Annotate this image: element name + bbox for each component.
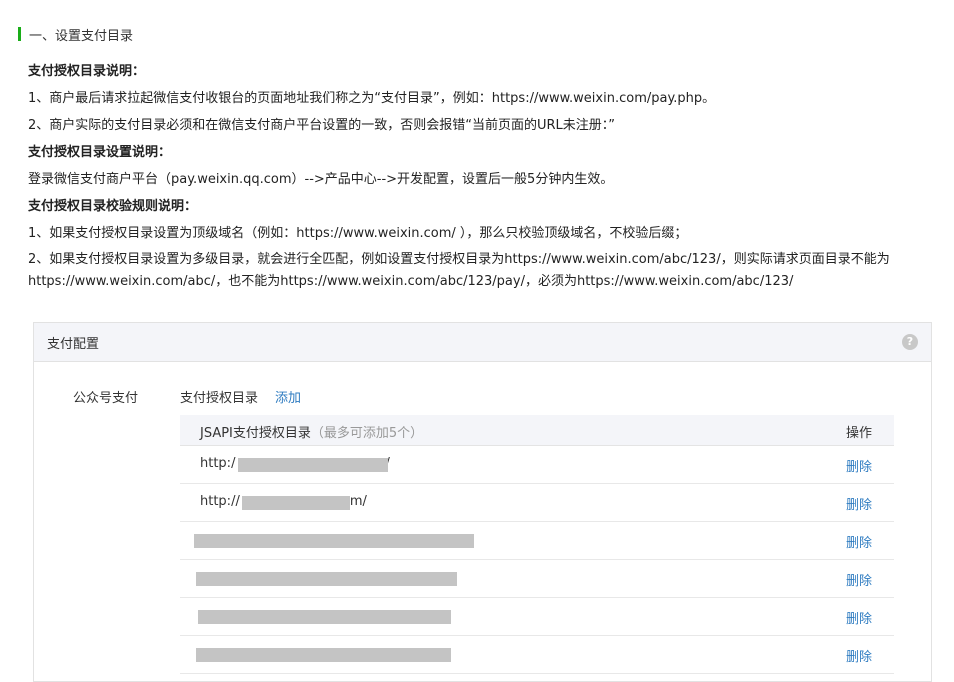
section-accent-bar [18, 27, 21, 41]
table-header: JSAPI支付授权目录（最多可添加5个） 操作 [180, 415, 894, 446]
doc-paragraph-4: 1、如果支付授权目录设置为顶级域名（例如：https://www.weixin.… [28, 226, 688, 241]
redaction-mask [196, 648, 451, 662]
table-row: 删除 [180, 636, 894, 674]
table-row: 删除 [180, 598, 894, 636]
table-row: 删除 [180, 522, 894, 560]
delete-link[interactable]: 删除 [846, 532, 872, 551]
table-header-directory: JSAPI支付授权目录（最多可添加5个） [200, 426, 424, 441]
auth-dir-table: JSAPI支付授权目录（最多可添加5个） 操作 http:// 删除 http:… [180, 415, 894, 674]
doc-heading-3: 支付授权目录校验规则说明： [28, 199, 198, 214]
doc-paragraph-1: 1、商户最后请求拉起微信支付收银台的页面地址我们称之为“支付目录”，例如：htt… [28, 91, 716, 106]
doc-heading-1: 支付授权目录说明： [28, 64, 146, 79]
redaction-mask [194, 534, 474, 548]
table-row: http://m/ 删除 [180, 484, 894, 522]
delete-link[interactable]: 删除 [846, 646, 872, 665]
redaction-mask [238, 458, 388, 472]
redaction-mask [242, 496, 350, 510]
doc-paragraph-2: 2、商户实际的支付目录必须和在微信支付商户平台设置的一致，否则会报错“当前页面的… [28, 118, 616, 133]
redaction-mask [198, 610, 451, 624]
auth-dir-label: 支付授权目录 [180, 391, 259, 406]
doc-heading-2: 支付授权目录设置说明： [28, 145, 172, 160]
redaction-mask [196, 572, 457, 586]
help-icon[interactable]: ? [902, 334, 918, 350]
delete-link[interactable]: 删除 [846, 608, 872, 627]
delete-link[interactable]: 删除 [846, 494, 872, 513]
doc-paragraph-5: 2、如果支付授权目录设置为多级目录，就会进行全匹配，例如设置支付授权目录为htt… [28, 252, 890, 289]
table-header-note: （最多可添加5个） [310, 426, 424, 441]
doc-paragraph-3: 登录微信支付商户平台（pay.weixin.qq.com）-->产品中心-->开… [28, 172, 614, 187]
delete-link[interactable]: 删除 [846, 570, 872, 589]
add-directory-link[interactable]: 添加 [275, 387, 301, 406]
table-row: http:// 删除 [180, 446, 894, 484]
table-header-action: 操作 [845, 426, 872, 441]
table-row: 删除 [180, 560, 894, 598]
section-title: 一、设置支付目录 [29, 28, 134, 44]
payment-config-panel: 支付配置 ? 公众号支付 支付授权目录 添加 JSAPI支付授权目录（最多可添加… [33, 322, 932, 682]
panel-header: 支付配置 ? [34, 323, 931, 362]
delete-link[interactable]: 删除 [846, 456, 872, 475]
section-heading: 一、设置支付目录 [18, 24, 133, 44]
jsapi-row-label: 公众号支付 [73, 391, 139, 406]
panel-title: 支付配置 [47, 337, 100, 352]
